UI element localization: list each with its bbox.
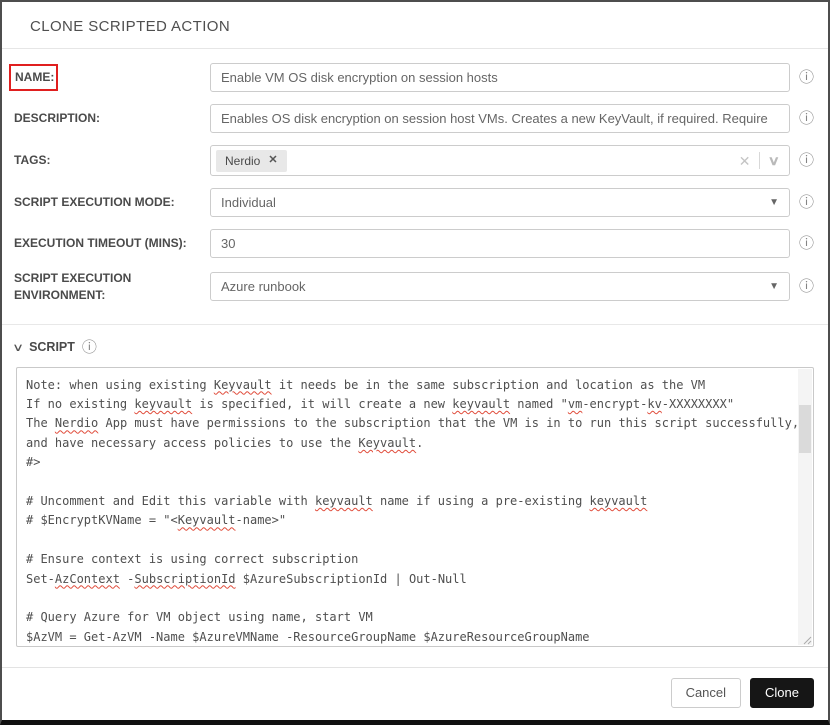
tag-chip-label: Nerdio — [225, 153, 261, 168]
description-input[interactable] — [210, 104, 790, 133]
script-info-icon[interactable]: ⓘ — [82, 339, 97, 355]
execution-mode-info-icon[interactable]: ⓘ — [799, 195, 814, 210]
tags-dropdown-icon[interactable]: ∨ — [768, 154, 780, 167]
form-row-timeout: EXECUTION TIMEOUT (MINS): ⓘ — [14, 229, 814, 258]
description-info-icon[interactable]: ⓘ — [799, 111, 814, 126]
timeout-info-icon[interactable]: ⓘ — [799, 236, 814, 251]
environment-info-icon[interactable]: ⓘ — [799, 279, 814, 294]
resize-grip-icon[interactable] — [802, 635, 812, 645]
dialog-form: NAME: ⓘ DESCRIPTION: ⓘ TAGS: Nerdio ✕ — [2, 49, 828, 316]
caret-down-icon: ▼ — [769, 281, 779, 293]
form-row-environment: SCRIPT EXECUTION ENVIRONMENT: Azure runb… — [14, 270, 814, 304]
name-info-icon[interactable]: ⓘ — [799, 70, 814, 85]
script-editor[interactable]: Note: when using existing Keyvault it ne… — [16, 366, 814, 647]
caret-down-icon: ▼ — [769, 197, 779, 208]
execution-mode-value: Individual — [221, 195, 276, 210]
script-section-label: SCRIPT — [29, 340, 75, 355]
environment-label: SCRIPT EXECUTION ENVIRONMENT: — [14, 271, 132, 302]
cancel-button[interactable]: Cancel — [670, 677, 742, 708]
execution-mode-select[interactable]: Individual ▼ — [210, 188, 790, 217]
clone-button[interactable]: Clone — [750, 677, 814, 708]
clone-scripted-action-dialog: CLONE SCRIPTED ACTION NAME: ⓘ DESCRIPTIO… — [0, 0, 830, 725]
tag-remove-icon[interactable]: ✕ — [268, 155, 277, 166]
tags-input[interactable]: Nerdio ✕ ✕ ∨ — [210, 145, 790, 176]
script-section-header: ∨ SCRIPT ⓘ — [2, 325, 828, 367]
tags-separator — [759, 152, 761, 169]
annotation-highlight-box: NAME: — [9, 64, 59, 91]
form-row-name: NAME: ⓘ — [9, 63, 814, 92]
dialog-header: CLONE SCRIPTED ACTION — [2, 2, 828, 49]
tags-clear-icon[interactable]: ✕ — [739, 154, 751, 168]
environment-select[interactable]: Azure runbook ▼ — [210, 272, 790, 302]
environment-value: Azure runbook — [221, 279, 306, 295]
description-label: DESCRIPTION: — [14, 111, 101, 126]
tag-chip: Nerdio ✕ — [216, 149, 287, 172]
chevron-down-icon[interactable]: ∨ — [12, 341, 24, 354]
timeout-input[interactable] — [210, 229, 790, 258]
dialog-footer: Cancel Clone — [2, 666, 828, 720]
name-input[interactable] — [210, 63, 790, 92]
name-label: NAME: — [15, 70, 55, 85]
script-scrollbar[interactable] — [798, 368, 812, 645]
tags-label: TAGS: — [14, 153, 51, 168]
tags-info-icon[interactable]: ⓘ — [799, 153, 814, 168]
form-row-description: DESCRIPTION: ⓘ — [14, 104, 814, 133]
script-code[interactable]: Note: when using existing Keyvault it ne… — [17, 368, 813, 646]
dialog-title: CLONE SCRIPTED ACTION — [30, 18, 231, 35]
script-scrollbar-thumb[interactable] — [799, 404, 811, 453]
timeout-label: EXECUTION TIMEOUT (MINS): — [14, 236, 187, 251]
form-row-tags: TAGS: Nerdio ✕ ✕ ∨ ⓘ — [14, 145, 814, 176]
form-row-execution-mode: SCRIPT EXECUTION MODE: Individual ▼ ⓘ — [14, 188, 814, 217]
execution-mode-label: SCRIPT EXECUTION MODE: — [14, 195, 175, 210]
